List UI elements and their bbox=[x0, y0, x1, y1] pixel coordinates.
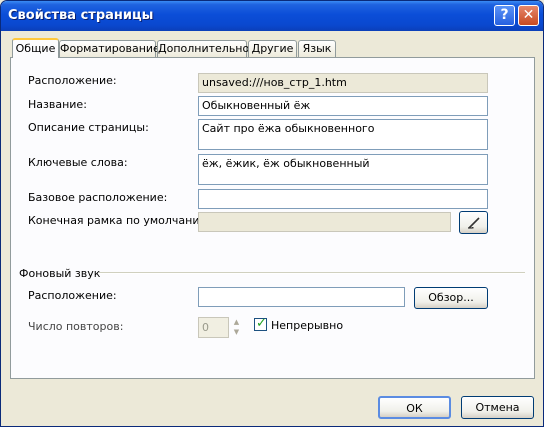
arrow-up-icon[interactable]: ▲ bbox=[230, 317, 243, 327]
continuous-checkbox[interactable]: ✓ bbox=[254, 316, 267, 331]
keywords-label: Ключевые слова: bbox=[28, 156, 128, 169]
page-properties-dialog: Свойства страницы ? ✕ Общие Форматирован… bbox=[0, 0, 544, 427]
continuous-label[interactable]: Непрерывно bbox=[271, 319, 343, 332]
help-button[interactable]: ? bbox=[494, 5, 515, 26]
pencil-icon bbox=[467, 217, 480, 229]
keywords-input[interactable]: ёж, ёжик, ёж обыкновенный bbox=[198, 154, 488, 185]
location-field: unsaved:///нов_стр_1.htm bbox=[198, 73, 488, 93]
location-label: Расположение: bbox=[28, 74, 117, 87]
default-frame-field bbox=[198, 212, 451, 232]
frame-picker-button[interactable] bbox=[459, 211, 488, 234]
sound-location-label: Расположение: bbox=[28, 289, 117, 302]
tab-general[interactable]: Общие bbox=[12, 38, 59, 58]
arrow-down-icon[interactable]: ▼ bbox=[230, 327, 243, 337]
title-input[interactable]: Обыкновенный ёж bbox=[198, 96, 488, 116]
section-divider bbox=[99, 272, 525, 274]
tab-advanced[interactable]: Дополнительно bbox=[157, 40, 249, 58]
close-icon: ✕ bbox=[522, 7, 535, 23]
background-sound-section-label: Фоновый звук bbox=[19, 267, 101, 280]
browse-button[interactable]: Обзор... bbox=[414, 287, 488, 309]
tab-language[interactable]: Язык bbox=[298, 40, 336, 58]
dialog-title: Свойства страницы bbox=[8, 8, 154, 23]
repeat-count-spinner[interactable]: ▲ ▼ bbox=[230, 317, 243, 338]
ok-button[interactable]: ОК bbox=[378, 396, 451, 419]
default-frame-label: Конечная рамка по умолчанию: bbox=[28, 214, 213, 227]
base-location-input[interactable] bbox=[198, 189, 488, 209]
title-bar: Свойства страницы ? ✕ bbox=[1, 1, 543, 31]
base-location-label: Базовое расположение: bbox=[28, 191, 168, 204]
title-label: Название: bbox=[28, 98, 87, 111]
checkmark-icon: ✓ bbox=[256, 316, 267, 331]
repeat-count-stepper[interactable]: 0 bbox=[198, 317, 229, 338]
description-input[interactable]: Сайт про ёжа обыкновенного bbox=[198, 119, 488, 150]
tab-other[interactable]: Другие bbox=[248, 40, 297, 58]
close-button[interactable]: ✕ bbox=[518, 5, 539, 26]
tab-formatting[interactable]: Форматирование bbox=[59, 40, 160, 58]
description-label: Описание страницы: bbox=[28, 121, 149, 134]
repeat-count-label: Число повторов: bbox=[28, 320, 124, 333]
cancel-button[interactable]: Отмена bbox=[461, 396, 534, 419]
sound-location-input[interactable] bbox=[198, 287, 405, 307]
